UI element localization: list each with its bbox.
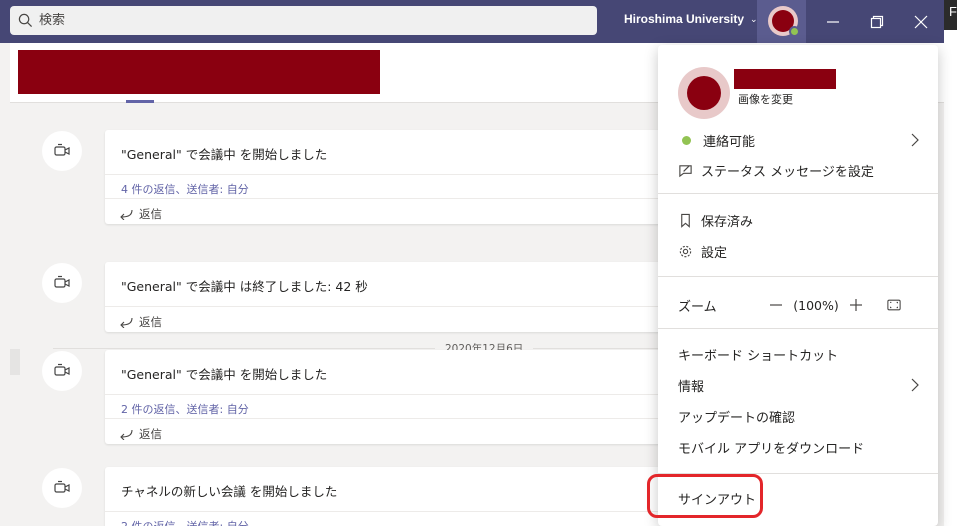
replies-link[interactable]: 2 件の返信、送信者: 自分 — [105, 394, 675, 418]
zoom-fit-button[interactable] — [882, 293, 906, 317]
settings-item[interactable]: 設定 — [678, 238, 727, 264]
post-card[interactable]: "General" で会議中 を開始しました 2 件の返信、送信者: 自分 返信 — [105, 350, 675, 444]
sign-out-highlight — [647, 474, 763, 518]
reply-icon — [120, 209, 133, 220]
org-switcher[interactable]: Hiroshima University ⌄ — [624, 12, 758, 26]
post-title: "General" で会議中 を開始しました — [121, 367, 328, 382]
feed-left-edge — [10, 349, 20, 375]
org-name: Hiroshima University — [624, 12, 745, 26]
download-mobile-app-label: モバイル アプリをダウンロード — [678, 441, 865, 457]
reply-label: 返信 — [139, 315, 162, 329]
meeting-icon — [42, 131, 82, 171]
post-card[interactable]: チャネルの新しい会議 を開始しました 2 件の返信、送信者: 自分 — [105, 467, 675, 526]
post-card[interactable]: "General" で会議中 を開始しました 4 件の返信、送信者: 自分 返信 — [105, 130, 675, 224]
profile-avatar-button[interactable] — [757, 0, 806, 43]
profile-avatar[interactable] — [678, 67, 730, 119]
adjacent-window-edge: F — [944, 0, 957, 526]
date-divider — [53, 348, 663, 349]
menu-divider — [658, 276, 938, 277]
check-updates-item[interactable]: アップデートの確認 — [678, 403, 795, 429]
restore-button[interactable] — [855, 0, 899, 43]
video-camera-icon — [54, 275, 70, 288]
menu-divider — [658, 193, 938, 194]
bookmark-icon — [681, 213, 690, 228]
search-icon — [18, 13, 33, 28]
post-title: チャネルの新しい会議 を開始しました — [121, 484, 338, 499]
restore-icon — [870, 15, 884, 28]
video-camera-icon — [54, 480, 70, 493]
zoom-out-button[interactable] — [764, 293, 788, 317]
meeting-icon — [42, 351, 82, 391]
replies-link[interactable]: 4 件の返信、送信者: 自分 — [105, 174, 675, 198]
minus-icon — [770, 304, 782, 306]
plus-icon — [850, 299, 862, 311]
status-message-label: ステータス メッセージを設定 — [701, 164, 874, 180]
reply-button[interactable]: 返信 — [105, 418, 675, 444]
title-bar: Hiroshima University ⌄ — [0, 0, 944, 43]
active-tab-indicator — [126, 100, 154, 103]
fit-screen-icon — [887, 299, 901, 311]
menu-divider — [658, 328, 938, 329]
status-menu-item[interactable]: 連絡可能 — [678, 127, 922, 153]
zoom-in-button[interactable] — [844, 293, 868, 317]
edit-message-icon — [679, 164, 692, 177]
about-item[interactable]: 情報 — [678, 372, 922, 398]
post-title: "General" で会議中 は終了しました: 42 秒 — [121, 279, 368, 294]
video-camera-icon — [54, 143, 70, 156]
download-mobile-app-item[interactable]: モバイル アプリをダウンロード — [678, 434, 864, 460]
close-button[interactable] — [899, 0, 943, 43]
search-box[interactable] — [10, 6, 597, 35]
meeting-icon — [42, 263, 82, 303]
about-label: 情報 — [678, 379, 705, 395]
keyboard-shortcuts-item[interactable]: キーボード ショートカット — [678, 341, 838, 367]
minimize-button[interactable] — [811, 0, 855, 43]
redacted-user-name — [734, 69, 836, 89]
post-title: "General" で会議中 を開始しました — [121, 147, 328, 162]
status-label: 連絡可能 — [703, 134, 756, 150]
check-updates-label: アップデートの確認 — [678, 410, 796, 426]
zoom-control: ズーム (100%) — [678, 292, 922, 318]
reply-button[interactable]: 返信 — [105, 198, 675, 224]
search-input[interactable] — [39, 13, 539, 28]
profile-menu: 画像を変更 連絡可能 ステータス メッセージを設定 保存済み 設定 ズーム (1… — [658, 45, 938, 526]
status-available-icon — [789, 26, 800, 37]
reply-icon — [120, 317, 133, 328]
saved-label: 保存済み — [701, 214, 754, 230]
minimize-icon — [827, 20, 839, 23]
change-image-link[interactable]: 画像を変更 — [738, 91, 793, 107]
gear-icon — [679, 245, 692, 257]
reply-label: 返信 — [139, 427, 162, 441]
saved-item[interactable]: 保存済み — [678, 207, 753, 233]
meeting-icon — [42, 468, 82, 508]
chevron-right-icon — [911, 378, 919, 392]
chevron-right-icon — [911, 133, 919, 147]
status-available-icon — [682, 135, 691, 145]
reply-label: 返信 — [139, 207, 162, 221]
status-message-item[interactable]: ステータス メッセージを設定 — [678, 157, 874, 183]
zoom-label: ズーム — [678, 299, 717, 315]
replies-link[interactable]: 2 件の返信、送信者: 自分 — [105, 511, 675, 526]
adjacent-window-text: F — [949, 4, 957, 19]
close-icon — [914, 15, 928, 28]
reply-button[interactable]: 返信 — [105, 306, 675, 332]
reply-icon — [120, 429, 133, 440]
post-card[interactable]: "General" で会議中 は終了しました: 42 秒 返信 — [105, 262, 675, 332]
settings-label: 設定 — [701, 245, 728, 261]
keyboard-shortcuts-label: キーボード ショートカット — [678, 348, 839, 364]
zoom-value: (100%) — [793, 297, 839, 313]
video-camera-icon — [54, 363, 70, 376]
redacted-channel-title — [18, 50, 380, 94]
